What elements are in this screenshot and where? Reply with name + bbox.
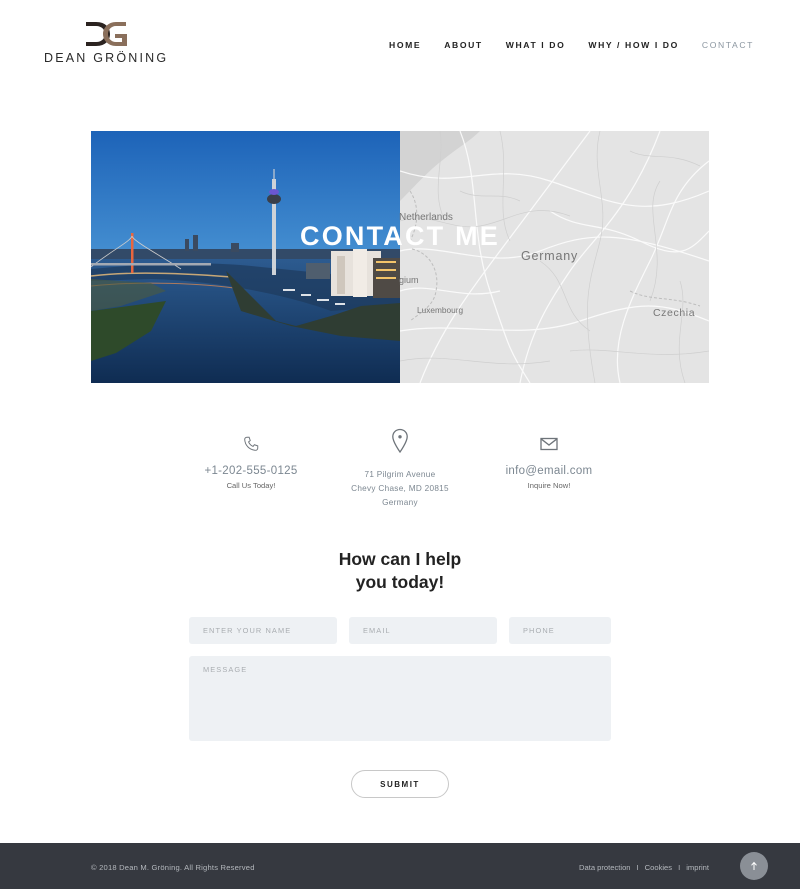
footer-link-imprint[interactable]: imprint [686,863,709,872]
address-line-2: Chevy Chase, MD 20815 [351,484,449,493]
contact-email: info@email.com Inquire Now! [469,426,629,490]
map-label-belgium: gium [399,275,419,285]
site-footer: © 2018 Dean M. Gröning. All Rights Reser… [0,843,800,889]
name-field[interactable] [189,617,337,644]
site-logo[interactable]: DEAN GRÖNING [44,20,168,65]
form-title-line-1: How can I help [338,549,462,569]
hero-title: CONTACT ME [300,221,500,251]
main-nav: HOME ABOUT WHAT I DO WHY / HOW I DO CONT… [366,40,754,50]
phone-caption: Call Us Today! [226,481,276,490]
envelope-icon [540,437,558,451]
brand-name: DEAN GRÖNING [44,51,169,65]
address-line-1: 71 Pilgrim Avenue [364,470,436,479]
map-label-luxembourg: Luxembourg [417,305,464,315]
nav-contact[interactable]: CONTACT [702,40,754,50]
nav-home[interactable]: HOME [389,40,421,50]
copyright-text: © 2018 Dean M. Gröning. All Rights Reser… [91,863,255,872]
footer-separator: I [636,863,639,872]
nav-about[interactable]: ABOUT [444,40,483,50]
contact-address: 71 Pilgrim Avenue Chevy Chase, MD 20815 … [320,426,480,510]
phone-field[interactable] [509,617,611,644]
map-label-czechia: Czechia [653,307,696,319]
submit-button[interactable]: SUBMIT [351,770,449,798]
email-field[interactable] [349,617,497,644]
message-field[interactable] [189,656,611,741]
back-to-top-button[interactable] [740,852,768,880]
footer-link-cookies[interactable]: Cookies [645,863,672,872]
map-pin-icon [392,428,408,454]
phone-icon [244,436,259,451]
form-title-line-2: you today! [355,572,445,592]
dg-monogram-icon [86,22,127,46]
address-line-3: Germany [382,498,418,507]
map-label-germany: Germany [521,249,579,263]
email-caption: Inquire Now! [527,481,571,490]
phone-number[interactable]: +1-202-555-0125 [171,465,331,477]
hero-banner: Netherlands Germany gium Luxembourg Czec… [91,131,709,383]
nav-what-i-do[interactable]: WHAT I DO [506,40,566,50]
contact-phone: +1-202-555-0125 Call Us Today! [171,426,331,490]
city-skyline-image [91,131,400,383]
footer-separator: I [678,863,681,872]
footer-link-data-protection[interactable]: Data protection [579,863,631,872]
email-address[interactable]: info@email.com [469,465,629,477]
arrow-up-icon [751,861,757,870]
form-title: How can I help you today! [250,548,550,594]
footer-links: Data protection I Cookies Iimprint [579,863,709,872]
nav-why-how-i-do[interactable]: WHY / HOW I DO [588,40,679,50]
